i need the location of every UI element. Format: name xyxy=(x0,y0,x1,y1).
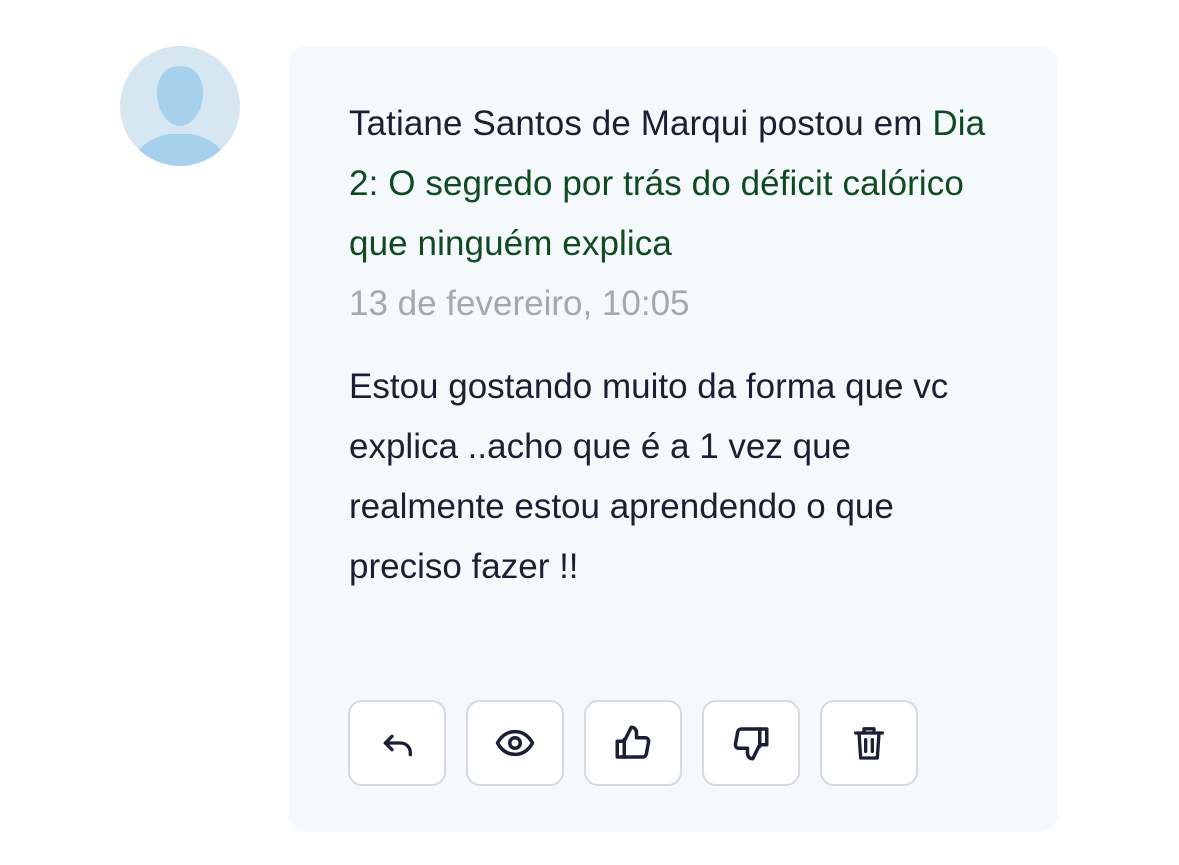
action-bar xyxy=(348,700,918,786)
comment-card: Tatiane Santos de Marqui postou em Dia 2… xyxy=(289,46,1058,832)
user-silhouette-icon xyxy=(134,66,226,166)
view-button[interactable] xyxy=(466,700,564,786)
post-timestamp: 13 de fevereiro, 10:05 xyxy=(349,284,690,323)
thumbs-down-icon xyxy=(733,727,769,761)
trash-icon xyxy=(854,727,884,760)
comment-content: Tatiane Santos de Marqui postou em Dia 2… xyxy=(349,94,1009,597)
delete-button[interactable] xyxy=(820,700,918,786)
post-header: Tatiane Santos de Marqui postou em Dia 2… xyxy=(349,94,1009,274)
comment-item: Tatiane Santos de Marqui postou em Dia 2… xyxy=(0,0,1179,865)
like-button[interactable] xyxy=(584,700,682,786)
dislike-button[interactable] xyxy=(702,700,800,786)
comment-body: Estou gostando muito da forma que vc exp… xyxy=(349,367,949,586)
author-name[interactable]: Tatiane Santos de Marqui xyxy=(349,104,748,143)
thumbs-up-icon xyxy=(615,725,651,759)
reply-button[interactable] xyxy=(348,700,446,786)
eye-icon xyxy=(495,729,535,757)
avatar[interactable] xyxy=(120,46,240,166)
action-text: postou em xyxy=(758,104,923,143)
reply-icon xyxy=(383,734,412,757)
